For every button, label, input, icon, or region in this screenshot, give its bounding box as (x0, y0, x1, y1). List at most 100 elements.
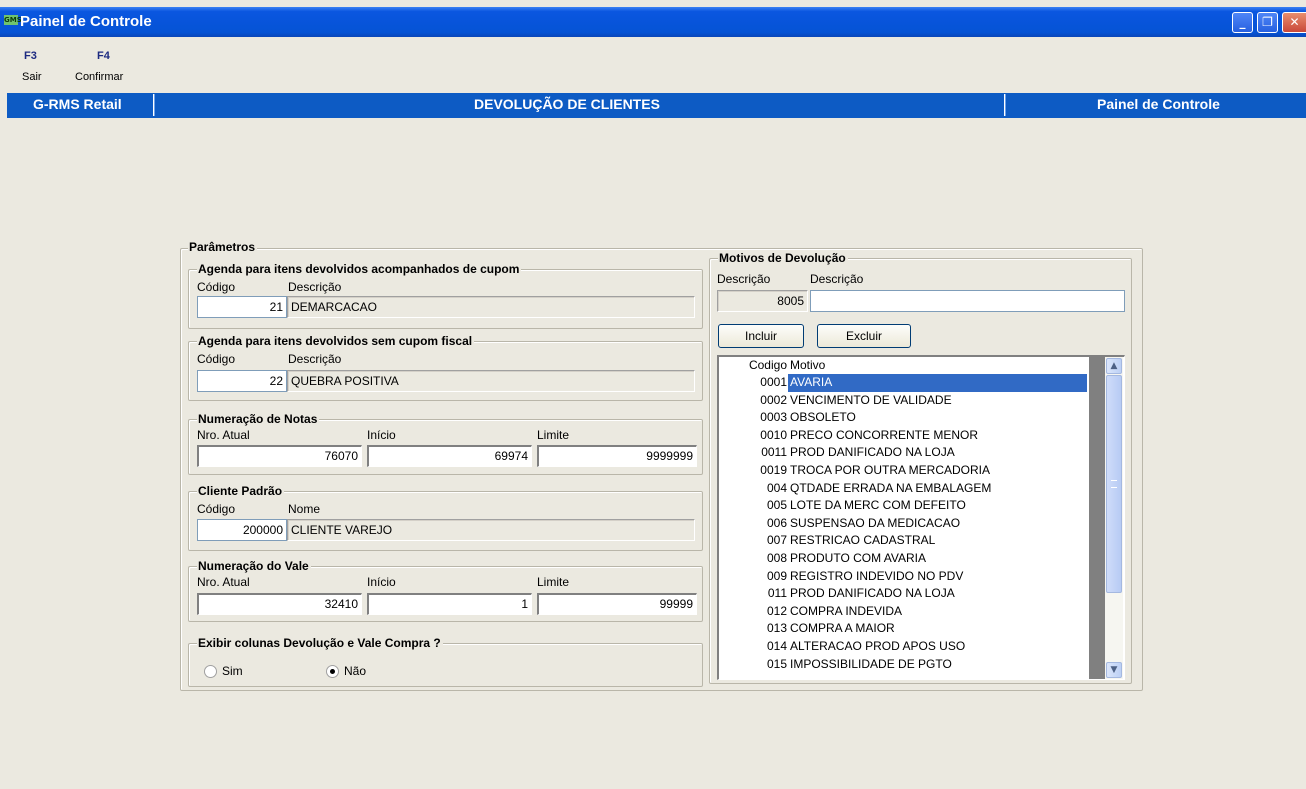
window-title: Painel de Controle (20, 13, 152, 30)
vale-inicio-input[interactable]: 1 (367, 593, 532, 615)
scroll-down-icon[interactable]: ▼ (1106, 662, 1122, 678)
numeracao-notas-title: Numeração de Notas (197, 412, 320, 426)
descricao-label: Descrição (288, 280, 342, 294)
app-icon: GMS (4, 15, 22, 25)
restore-button[interactable]: ❐ (1257, 12, 1278, 33)
list-item-codigo: 009 (766, 568, 787, 583)
list-item-motivo: SUSPENSAO DA MEDICACAO (790, 515, 961, 530)
notas-inicio-input[interactable]: 69974 (367, 445, 532, 467)
parametros-title: Parâmetros (188, 240, 258, 254)
list-item-codigo: 006 (766, 515, 787, 530)
list-item[interactable]: 004 QTDADE ERRADA NA EMBALAGEM (719, 480, 1089, 498)
list-item-motivo: COMPRA A MAIOR (790, 621, 895, 636)
list-item-motivo: LOTE DA MERC COM DEFEITO (790, 498, 966, 513)
header-system: G-RMS Retail (33, 96, 122, 112)
list-item[interactable]: 0011 PROD DANIFICADO NA LOJA (719, 444, 1089, 462)
list-item-motivo: VENCIMENTO DE VALIDADE (790, 392, 952, 407)
codigo-label: Código (197, 352, 236, 366)
list-item[interactable]: 005 LOTE DA MERC COM DEFEITO (719, 497, 1089, 515)
agenda-com-cupom-title: Agenda para itens devolvidos acompanhado… (197, 262, 522, 276)
agenda-sem-cupom-codigo-input[interactable]: 22 (197, 370, 287, 392)
radio-nao[interactable] (326, 665, 339, 678)
list-item[interactable]: 014 ALTERACAO PROD APOS USO (719, 638, 1089, 656)
list-item[interactable]: 0019 TROCA POR OUTRA MERCADORIA (719, 462, 1089, 480)
minimize-button[interactable]: _ (1232, 12, 1253, 33)
column-header-codigo[interactable]: Codigo (719, 357, 787, 374)
motivo-codigo-field: 8005 (717, 290, 808, 312)
list-item-motivo: IMPOSSIBILIDADE DE PGTO (790, 656, 952, 671)
sair-button[interactable]: Sair (22, 71, 42, 83)
list-item-motivo: COMPRA INDEVIDA (790, 603, 903, 618)
list-item[interactable]: 012 COMPRA INDEVIDA (719, 603, 1089, 621)
f3-key[interactable]: F3 (24, 50, 37, 62)
cliente-padrao-title: Cliente Padrão (197, 484, 285, 498)
list-item-motivo: QTDADE ERRADA NA EMBALAGEM (790, 480, 992, 495)
radio-sim-label[interactable]: Sim (222, 664, 243, 678)
nro-atual-label: Nro. Atual (197, 575, 250, 589)
title-bar[interactable]: GMS Painel de Controle _ ❐ ✕ (0, 7, 1306, 37)
list-item-codigo: 0003 (760, 410, 787, 425)
limite-label: Limite (537, 575, 570, 589)
list-item-codigo: 0011 (761, 445, 787, 460)
agenda-com-cupom-codigo-input[interactable]: 21 (197, 296, 287, 318)
vertical-scrollbar[interactable]: ▲ ▼ (1105, 357, 1123, 679)
descricao-label: Descrição (288, 352, 342, 366)
codigo-label: Código (197, 280, 236, 294)
list-item[interactable]: 007 RESTRICAO CADASTRAL (719, 532, 1089, 550)
confirmar-button[interactable]: Confirmar (75, 71, 123, 83)
list-item[interactable]: 009 REGISTRO INDEVIDO NO PDV (719, 568, 1089, 586)
list-item[interactable]: 0010 PRECO CONCORRENTE MENOR (719, 427, 1089, 445)
list-item-motivo: TROCA POR OUTRA MERCADORIA (790, 462, 991, 477)
list-item[interactable]: 008 PRODUTO COM AVARIA (719, 550, 1089, 568)
list-item-codigo: 005 (766, 498, 787, 513)
list-item[interactable]: 0003 OBSOLETO (719, 409, 1089, 427)
list-item-codigo: 011 (767, 586, 787, 601)
scrollbar-thumb[interactable] (1106, 375, 1122, 593)
notas-limite-input[interactable]: 9999999 (537, 445, 697, 467)
list-item-motivo: PRECO CONCORRENTE MENOR (790, 427, 979, 442)
list-item[interactable]: 0001 AVARIA (719, 374, 1089, 392)
scroll-up-icon[interactable]: ▲ (1106, 358, 1122, 374)
motivo-descricao-label: Descrição (810, 272, 864, 286)
cliente-codigo-input[interactable]: 200000 (197, 519, 287, 541)
agenda-com-cupom-descricao-field: DEMARCACAO (287, 296, 695, 318)
vale-nro-atual-input[interactable]: 32410 (197, 593, 362, 615)
list-empty-area (1089, 357, 1105, 679)
list-header: Codigo Motivo (719, 357, 1089, 374)
list-item-motivo: RESTRICAO CADASTRAL (790, 533, 936, 548)
radio-sim[interactable] (204, 665, 217, 678)
list-item[interactable]: 011 PROD DANIFICADO NA LOJA (719, 585, 1089, 603)
motivos-title: Motivos de Devolução (718, 251, 848, 265)
list-item-codigo: 0010 (760, 427, 787, 442)
list-item-codigo: 007 (766, 533, 787, 548)
list-item-codigo: 008 (766, 550, 787, 565)
list-item-codigo: 014 (766, 638, 787, 653)
motivo-descricao-input[interactable] (810, 290, 1125, 312)
vale-limite-input[interactable]: 99999 (537, 593, 697, 615)
list-item-motivo: REGISTRO INDEVIDO NO PDV (790, 568, 964, 583)
agenda-sem-cupom-descricao-field: QUEBRA POSITIVA (287, 370, 695, 392)
excluir-button[interactable]: Excluir (817, 324, 911, 348)
list-item-codigo: 015 (766, 656, 787, 671)
f4-key[interactable]: F4 (97, 50, 110, 62)
numeracao-vale-title: Numeração do Vale (197, 559, 311, 573)
radio-selected-dot (330, 669, 335, 674)
list-item[interactable]: 0002 VENCIMENTO DE VALIDADE (719, 392, 1089, 410)
list-item-codigo: 0001 (760, 375, 787, 389)
column-header-motivo[interactable]: Motivo (790, 357, 825, 374)
motivos-list[interactable]: Codigo Motivo 0001 AVARIA 0002 VENCIMENTO D… (717, 355, 1125, 680)
list-item[interactable]: 015 IMPOSSIBILIDADE DE PGTO (719, 656, 1089, 674)
close-button[interactable]: ✕ (1282, 12, 1306, 33)
codigo-label: Código (197, 502, 236, 516)
list-item-codigo: 013 (766, 621, 787, 636)
incluir-button[interactable]: Incluir (718, 324, 804, 348)
list-item[interactable]: 013 COMPRA A MAIOR (719, 620, 1089, 638)
list-item[interactable]: 006 SUSPENSAO DA MEDICACAO (719, 515, 1089, 533)
inicio-label: Início (367, 575, 396, 589)
list-item-motivo: ALTERACAO PROD APOS USO (790, 638, 966, 653)
list-item-codigo: 0002 (760, 392, 787, 407)
list-item-motivo: AVARIA (788, 374, 1087, 392)
radio-nao-label[interactable]: Não (344, 664, 366, 678)
notas-nro-atual-input[interactable]: 76070 (197, 445, 362, 467)
inicio-label: Início (367, 428, 396, 442)
